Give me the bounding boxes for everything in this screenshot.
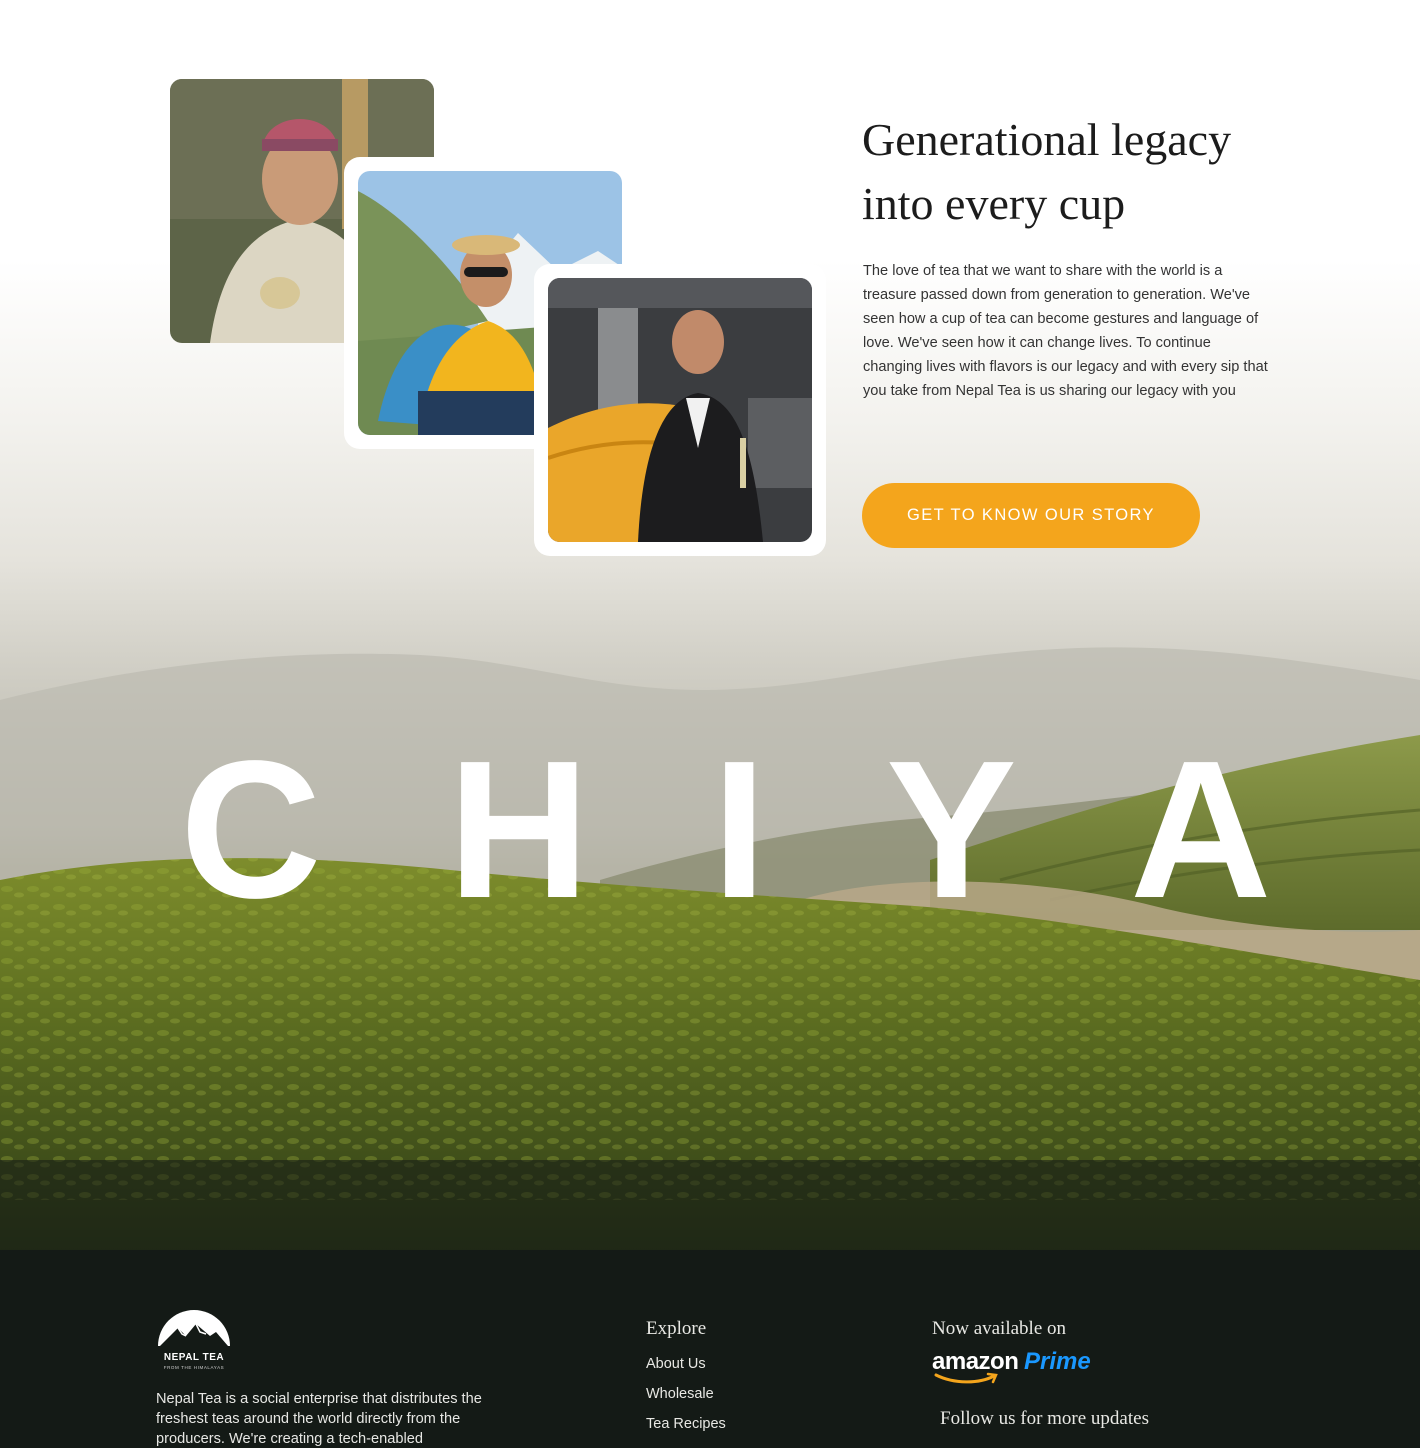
story-headline: Generational legacy into every cup: [862, 114, 1232, 229]
footer-link-wholesale[interactable]: Wholesale: [646, 1386, 714, 1402]
follow-us-heading: Follow us for more updates: [940, 1408, 1149, 1429]
explore-heading: Explore: [646, 1318, 707, 1339]
amazon-smile-icon: [934, 1372, 998, 1384]
footer-about-text: Nepal Tea is a social enterprise that di…: [156, 1391, 482, 1447]
photo-frame-event: [534, 264, 826, 556]
story-body: The love of tea that we want to share wi…: [863, 263, 1268, 399]
chiya-letter-c: C: [180, 735, 322, 925]
logo-tagline: FROM THE HIMALAYAS: [164, 1365, 225, 1370]
available-on-heading: Now available on: [932, 1318, 1067, 1339]
prime-wordmark: Prime: [1024, 1348, 1091, 1375]
nepal-tea-logo[interactable]: NEPAL TEA FROM THE HIMALAYAS: [156, 1306, 232, 1374]
footer-link-tea-recipes[interactable]: Tea Recipes: [646, 1416, 726, 1432]
chiya-letter-h: H: [448, 735, 590, 925]
chiya-letter-i: I: [712, 735, 767, 925]
photo-man-in-tuxedo: [548, 278, 812, 542]
amazon-prime-logo[interactable]: amazon Prime: [932, 1346, 1122, 1386]
logo-name: NEPAL TEA: [164, 1352, 224, 1363]
chiya-letter-y: Y: [886, 735, 1017, 925]
chiya-letter-a: A: [1130, 735, 1272, 925]
explore-links: About Us Wholesale Tea Recipes: [646, 1355, 726, 1445]
footer-link-about-us[interactable]: About Us: [646, 1356, 706, 1372]
chiya-wordmark: C H I Y A: [0, 735, 1420, 925]
get-to-know-our-story-button[interactable]: GET TO KNOW OUR STORY: [862, 483, 1200, 548]
